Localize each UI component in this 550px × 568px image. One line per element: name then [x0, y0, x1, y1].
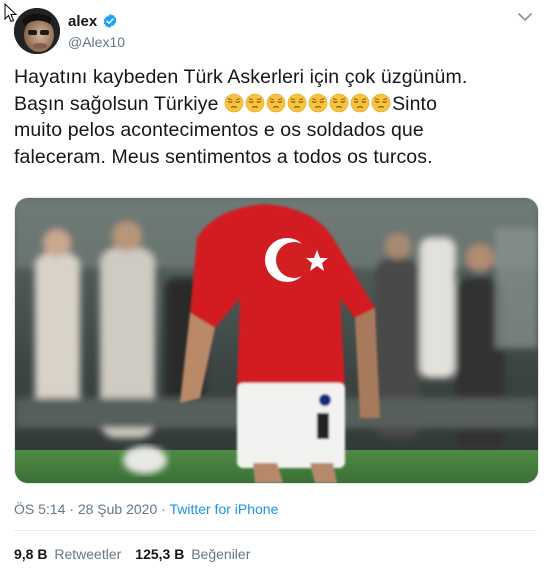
pensive-face-icon [350, 93, 370, 112]
chevron-down-icon[interactable] [516, 10, 534, 24]
divider [14, 530, 537, 531]
tweet-text: Hayatını kaybeden Türk Askerleri için ço… [14, 64, 529, 170]
avatar[interactable] [14, 8, 60, 54]
verified-badge-icon [103, 14, 117, 28]
pensive-face-icon [308, 93, 328, 112]
pensive-face-icon [287, 93, 307, 112]
user-handle[interactable]: @Alex10 [68, 34, 125, 50]
pensive-face-icon [245, 93, 265, 112]
tweet-text-segment: Sinto [392, 92, 438, 115]
likes-label: Beğeniler [191, 546, 251, 562]
meta-separator: · [65, 501, 78, 517]
meta-separator: · [157, 501, 170, 517]
tweet-meta: ÖS 5:14 · 28 Şub 2020 · Twitter for iPho… [14, 501, 278, 517]
likes-stat[interactable]: 125,3 B Beğeniler [135, 546, 250, 562]
tweet-line: muito pelos acontecimentos e os soldados… [14, 119, 424, 141]
pensive-face-icon [371, 93, 391, 112]
tweet-card: alex @Alex10 Hayatını kaybeden Türk Aske… [0, 0, 550, 568]
retweets-label: Retweetler [54, 546, 122, 562]
pensive-face-icon [329, 93, 349, 112]
tweet-line: Başın sağolsun Türkiye Sinto [14, 91, 529, 118]
tweet-line: faleceram. Meus sentimentos a todos os t… [14, 145, 433, 168]
retweets-count: 9,8 B [14, 546, 48, 562]
tweet-source-link[interactable]: Twitter for iPhone [169, 501, 278, 517]
tweet-photo[interactable] [14, 197, 539, 484]
tweet-time[interactable]: ÖS 5:14 [14, 501, 65, 517]
tweet-stats: 9,8 B Retweetler 125,3 B Beğeniler [14, 546, 250, 562]
tweet-line: Hayatını kaybeden Türk Askerleri için ço… [14, 66, 468, 88]
tweet-header: alex @Alex10 [14, 8, 534, 56]
pensive-face-icon [224, 93, 244, 112]
emoji-group [224, 93, 392, 115]
likes-count: 125,3 B [135, 546, 185, 562]
author-info: alex @Alex10 [68, 11, 125, 51]
pensive-face-icon [266, 93, 286, 112]
tweet-text-segment: Başın sağolsun Türkiye [14, 92, 225, 115]
tweet-date[interactable]: 28 Şub 2020 [78, 501, 157, 517]
retweets-stat[interactable]: 9,8 B Retweetler [14, 546, 121, 562]
display-name[interactable]: alex [68, 13, 97, 30]
